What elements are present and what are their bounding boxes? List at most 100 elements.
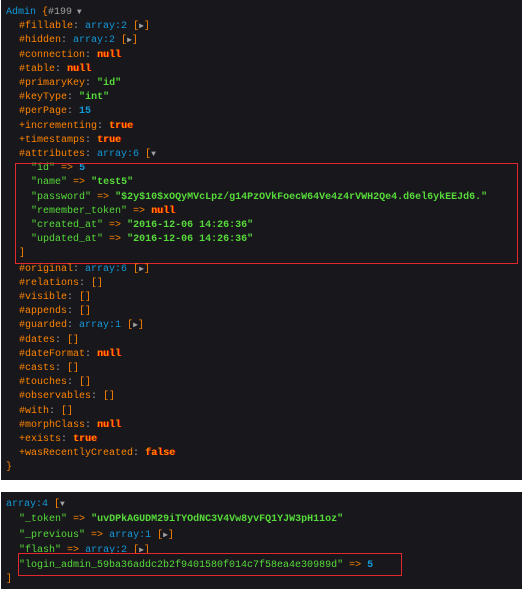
punctuation: : <box>67 320 80 332</box>
property-relations: #relations: [] <box>19 277 103 291</box>
punctuation: : <box>61 35 74 47</box>
empty-array: [] <box>79 377 92 389</box>
property-morphClass: #morphClass: null <box>19 419 121 433</box>
punctuation: : <box>49 405 62 417</box>
array-count: array:1 <box>79 320 122 332</box>
punctuation: : <box>67 292 80 303</box>
property-key: dates <box>25 334 56 346</box>
array-count: array:6 <box>97 149 140 160</box>
punctuation: : <box>133 448 146 460</box>
string-value: int <box>85 92 104 104</box>
empty-array: [] <box>91 277 104 289</box>
constant-value: false <box>145 448 176 460</box>
property-key: with <box>25 405 50 417</box>
property-incrementing: +incrementing: true <box>19 120 133 134</box>
constant-value: null <box>97 348 122 360</box>
session-dump-panel: array:4 [▼ "_token" => "uvDPkAGUDM29iTYOd… <box>1 492 522 589</box>
punctuation: { <box>36 7 49 18</box>
punctuation: [ <box>151 529 164 541</box>
class-name: Admin <box>6 7 37 18</box>
property-key: morphClass <box>25 419 86 431</box>
property-key: observables <box>25 391 92 403</box>
property-keyType: #keyType: "int" <box>19 91 109 105</box>
model-dump-panel: Admin {#199 ▼ #fillable: array:2 [▶] #hidd… <box>1 0 522 480</box>
object-header: Admin {#199 ▼ <box>6 6 82 20</box>
punctuation: : <box>85 78 98 89</box>
quote: " <box>337 514 344 526</box>
punctuation: : <box>85 134 98 146</box>
string-value: uvDPkAGUDM29iTYOdNC3V4Vw8yvFQ1YJW3pH11oz <box>97 514 338 526</box>
punctuation: : <box>79 277 92 289</box>
property-perPage: #perPage: 15 <box>19 105 91 119</box>
punctuation: : <box>97 120 110 132</box>
property-dateFormat: #dateFormat: null <box>19 348 121 362</box>
quote: " <box>115 78 122 89</box>
array-count: array:2 <box>85 21 128 33</box>
array-count: array:6 <box>85 263 128 275</box>
punctuation: [ <box>127 21 140 33</box>
property-attributes: #attributes: array:6 [▼ <box>19 148 156 162</box>
punctuation: : <box>85 419 98 431</box>
collapse-arrow-icon[interactable]: ▼ <box>151 150 156 159</box>
object-id: #199 <box>48 7 73 18</box>
property-casts: #casts: [] <box>19 362 79 376</box>
punctuation: [ <box>115 35 128 47</box>
property-key: visible <box>25 292 68 303</box>
punctuation: : <box>85 348 98 360</box>
empty-array: [] <box>79 292 92 303</box>
punctuation: : <box>55 363 68 374</box>
constant-value: null <box>67 63 92 75</box>
property-key: table <box>25 63 56 75</box>
session-header: array:4 [▼ <box>6 498 65 512</box>
property-visible: #visible: [] <box>19 291 91 305</box>
punctuation: : <box>55 63 68 75</box>
property-dates: #dates: [] <box>19 334 79 348</box>
property-key: timestamps <box>25 134 86 146</box>
property-fillable: #fillable: array:2 [▶] <box>19 20 150 34</box>
property-timestamps: +timestamps: true <box>19 134 121 148</box>
empty-array: [] <box>67 334 80 346</box>
property-key: connection <box>25 49 86 61</box>
property-original: #original: array:6 [▶] <box>19 263 150 277</box>
punctuation: : <box>67 377 80 389</box>
property-key: fillable <box>25 21 74 33</box>
punctuation: [ <box>48 499 61 510</box>
constant-value: null <box>97 419 122 431</box>
object-close-brace: } <box>6 461 12 475</box>
array-count: array:4 <box>6 499 49 510</box>
punctuation: } <box>6 462 13 474</box>
empty-array: [] <box>103 391 116 403</box>
property-key: original <box>25 263 74 275</box>
punctuation: : <box>85 149 98 160</box>
login-key-highlight-box <box>18 553 402 577</box>
empty-array: [] <box>61 405 74 417</box>
string-value: id <box>103 78 116 89</box>
property-key: primaryKey <box>25 78 86 89</box>
property-appends: #appends: [] <box>19 305 91 319</box>
property-wasRecentlyCreated: +wasRecentlyCreated: false <box>19 447 175 461</box>
property-hidden: #hidden: array:2 [▶] <box>19 34 138 48</box>
punctuation: [ <box>139 149 152 160</box>
punctuation: ] <box>6 573 13 585</box>
empty-array: [] <box>79 306 92 318</box>
property-table: #table: null <box>19 63 91 77</box>
punctuation: : <box>85 49 98 61</box>
property-with: #with: [] <box>19 405 73 419</box>
property-key: incrementing <box>25 120 98 132</box>
punctuation: : <box>67 106 80 118</box>
property-touches: #touches: [] <box>19 376 91 390</box>
number-value: 15 <box>79 106 92 118</box>
quote: " <box>103 92 110 104</box>
property-key: appends <box>25 306 68 318</box>
constant-value: true <box>97 134 122 146</box>
collapse-arrow-icon[interactable]: ▼ <box>60 500 65 509</box>
session-key: _previous <box>25 529 80 541</box>
property-key: dateFormat <box>25 348 86 360</box>
arrow: => <box>85 529 110 541</box>
collapse-arrow-icon[interactable]: ▼ <box>72 8 82 17</box>
property-key: hidden <box>25 35 62 47</box>
property-key: casts <box>25 363 56 374</box>
property-exists: +exists: true <box>19 433 97 447</box>
property-key: wasRecentlyCreated <box>25 448 134 460</box>
empty-array: [] <box>67 363 80 374</box>
